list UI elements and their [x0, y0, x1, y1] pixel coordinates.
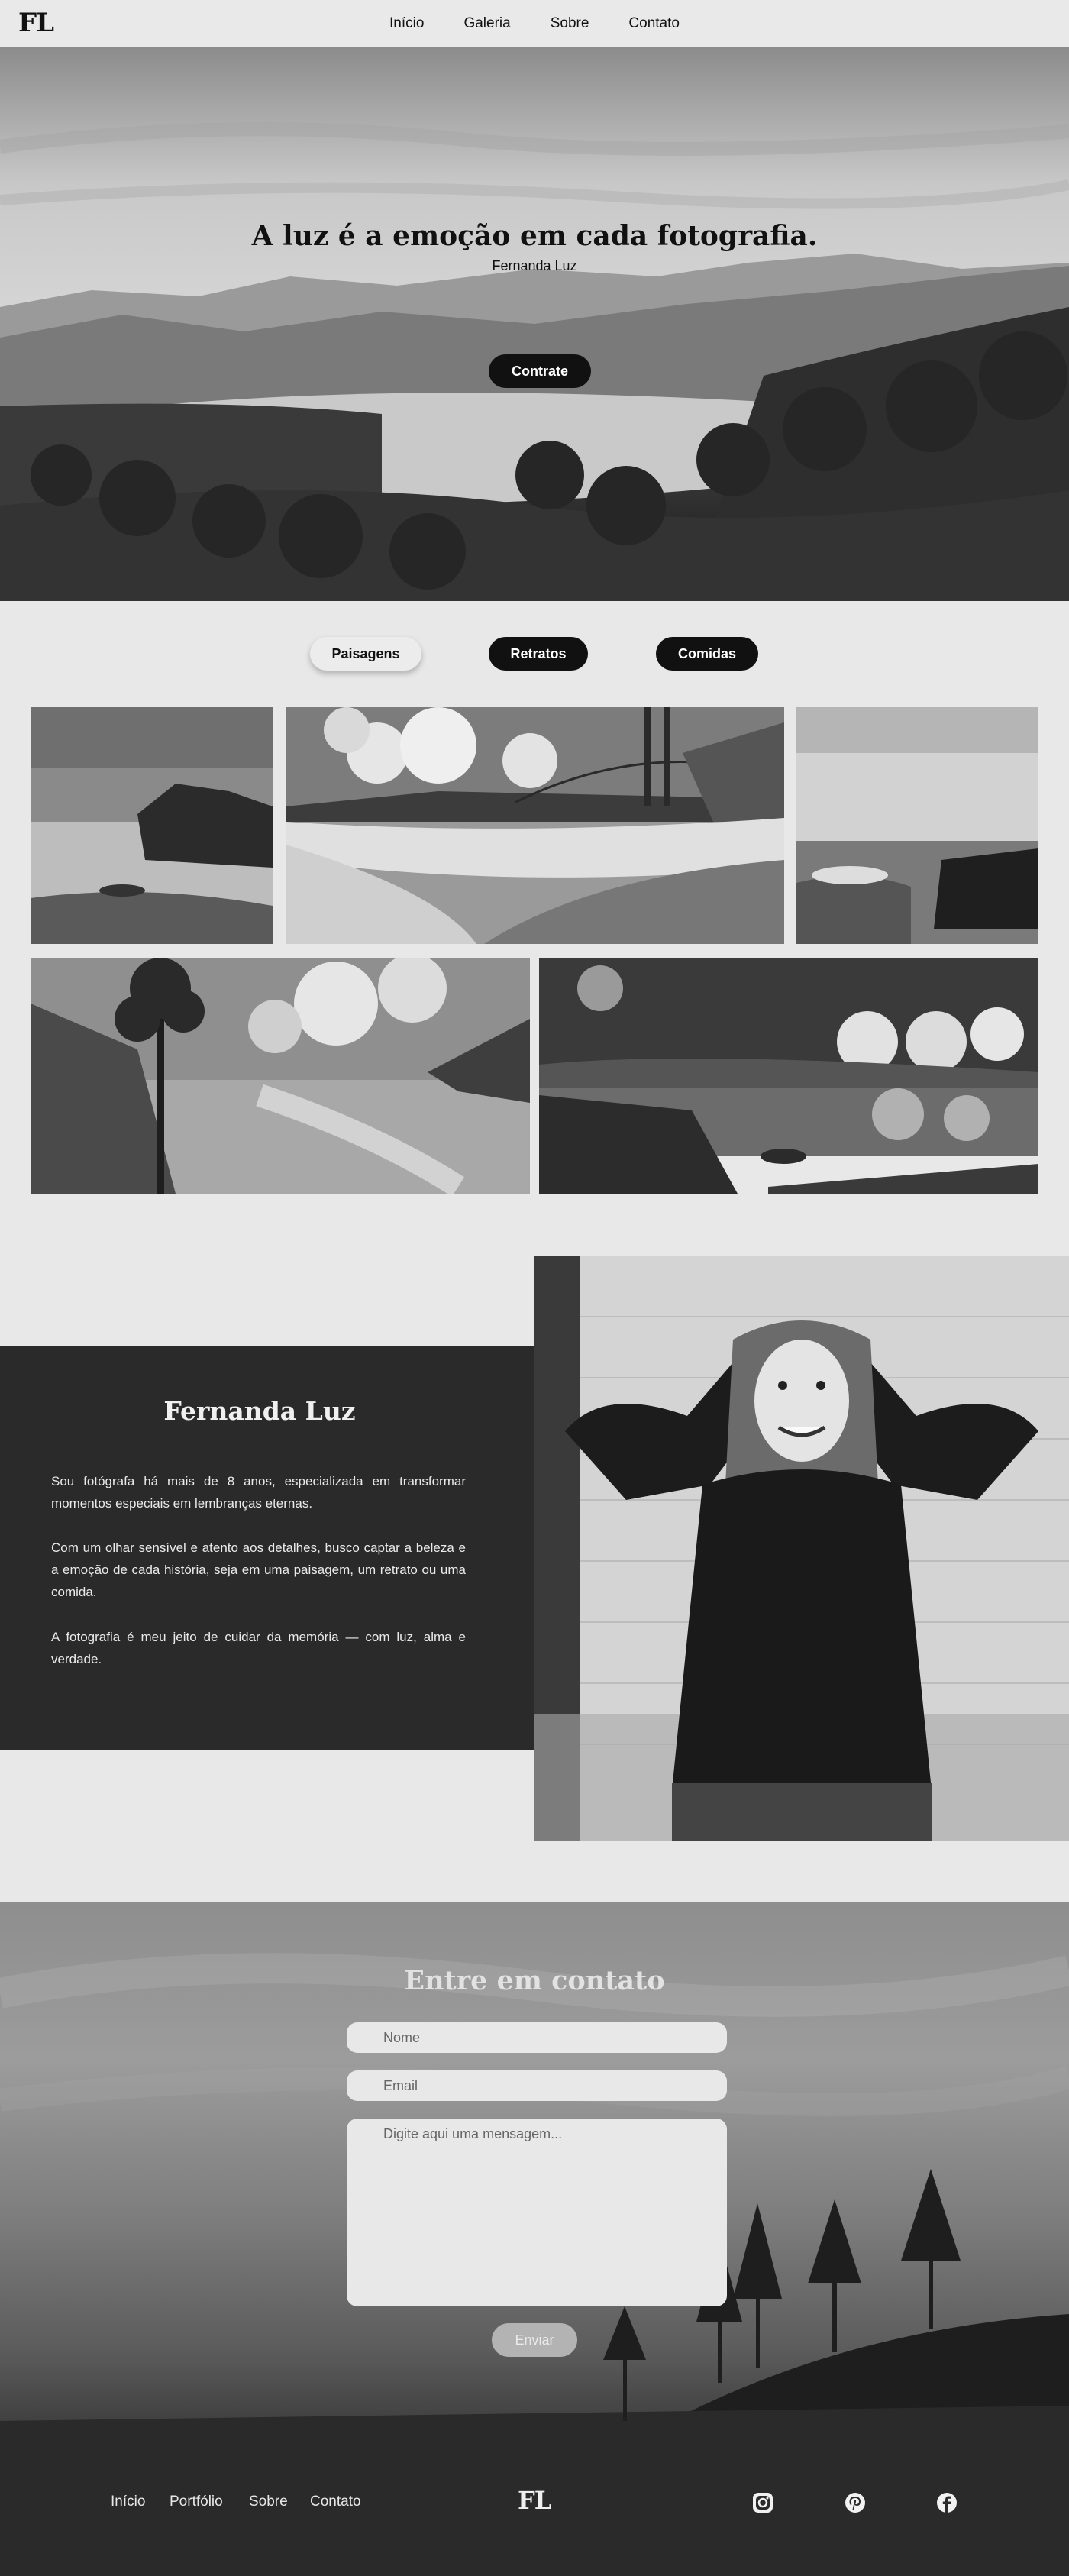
message-field[interactable]: [347, 2119, 727, 2306]
footer-link-contato[interactable]: Contato: [310, 2494, 361, 2510]
nav-link-contato[interactable]: Contato: [609, 15, 699, 32]
hero-title: A luz é a emoção em cada fotografia.: [251, 220, 818, 252]
gallery-photo-pine-bay[interactable]: [31, 958, 530, 1194]
hero-landscape-image: [0, 47, 1069, 601]
gallery-photo-ocean-cliff[interactable]: [796, 707, 1038, 944]
nav-link-galeria[interactable]: Galeria: [444, 15, 530, 32]
instagram-icon[interactable]: [751, 2491, 774, 2514]
gallery-photo-golden-gate-beach[interactable]: [286, 707, 784, 944]
pinterest-icon[interactable]: [844, 2491, 867, 2514]
footer-link-portfolio[interactable]: Portfólio: [170, 2494, 223, 2510]
gallery-photo-rocky-coast[interactable]: [31, 707, 273, 944]
about-paragraph: A fotografia é meu jeito de cuidar da me…: [51, 1630, 466, 1666]
gallery-photo-mountain-lake[interactable]: [539, 958, 1038, 1194]
email-field[interactable]: [347, 2070, 727, 2101]
about-paragraph: Com um olhar sensível e atento aos detal…: [51, 1540, 466, 1599]
hero-banner: [0, 47, 1069, 601]
hero-subtitle: Fernanda Luz: [492, 258, 577, 273]
nav-link-inicio[interactable]: Início: [370, 15, 444, 32]
send-button[interactable]: Enviar: [492, 2323, 577, 2357]
gallery-filters: Paisagens Retratos Comidas: [0, 637, 1069, 671]
footer-link-sobre[interactable]: Sobre: [249, 2494, 288, 2510]
top-navbar: FL Início Galeria Sobre Contato: [0, 0, 1069, 47]
footer-link-inicio[interactable]: Início: [111, 2494, 145, 2510]
nav-link-sobre[interactable]: Sobre: [531, 15, 609, 32]
filter-retratos[interactable]: Retratos: [489, 637, 588, 671]
about-name: Fernanda Luz: [163, 1396, 356, 1426]
nav-links: Início Galeria Sobre Contato: [0, 0, 1069, 47]
name-field[interactable]: [347, 2022, 727, 2053]
photographer-portrait: [534, 1256, 1069, 1841]
filter-paisagens[interactable]: Paisagens: [310, 637, 421, 671]
hire-button[interactable]: Contrate: [489, 354, 591, 388]
facebook-icon[interactable]: [935, 2491, 958, 2514]
filter-comidas[interactable]: Comidas: [656, 637, 758, 671]
footer-logo[interactable]: FL: [518, 2486, 551, 2515]
contact-title: Entre em contato: [404, 1965, 665, 1996]
about-paragraph: Sou fotógrafa há mais de 8 anos, especia…: [51, 1474, 466, 1511]
